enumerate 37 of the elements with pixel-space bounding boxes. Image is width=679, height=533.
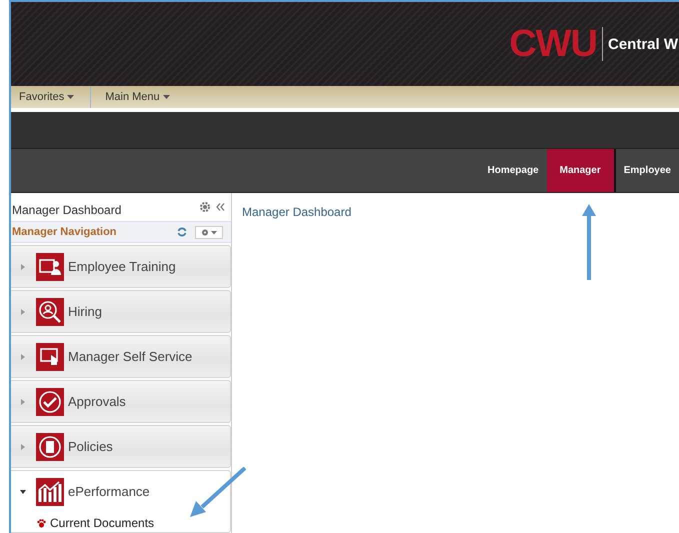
sidebar-title: Manager Dashboard (12, 203, 122, 217)
chart-icon (36, 478, 64, 506)
nav-link[interactable]: Current Documents (11, 516, 230, 530)
nav-folder[interactable]: Manager Self Service (11, 335, 231, 378)
settings-menu-button[interactable] (195, 226, 223, 238)
page-title: Manager Dashboard (242, 205, 352, 219)
logo-text: CWU (509, 22, 597, 66)
nav-folder[interactable]: Employee Training (11, 245, 231, 288)
folder-label: Manager Self Service (68, 349, 192, 364)
settings-icon[interactable] (200, 202, 210, 212)
annotation-arrow (190, 467, 246, 517)
gear-caret-icon (201, 228, 217, 236)
nav-folder[interactable]: Policies (11, 425, 231, 468)
caret-icon (67, 95, 74, 99)
nav-tab[interactable]: Homepage (480, 149, 547, 192)
menu-button[interactable]: Favorites (11, 86, 82, 108)
nav-folder[interactable]: Hiring (11, 290, 231, 333)
person-search-icon (36, 298, 64, 326)
refresh-icon[interactable] (177, 227, 187, 237)
caret-icon (162, 95, 170, 99)
folder-label: Employee Training (68, 259, 176, 274)
site-title: Central W (608, 36, 678, 52)
nav-folder[interactable]: ePerformance Current Documents (11, 470, 231, 533)
nav-folder[interactable]: Approvals (11, 380, 231, 423)
checkmark-icon (36, 388, 64, 416)
folder-label: ePerformance (68, 484, 150, 499)
folder-label: Approvals (68, 394, 126, 409)
section-title: Manager Navigation (12, 226, 118, 238)
folder-label: Hiring (68, 304, 102, 319)
touch-screen-icon (36, 342, 64, 370)
collapse-icon[interactable] (216, 203, 225, 211)
paw-icon (37, 518, 46, 528)
folder-label: Policies (68, 439, 113, 454)
document-icon (36, 432, 64, 460)
nav-tab[interactable]: Manager (546, 149, 616, 192)
nav-tab[interactable]: Employee (616, 149, 679, 192)
presentation-icon (36, 252, 64, 280)
